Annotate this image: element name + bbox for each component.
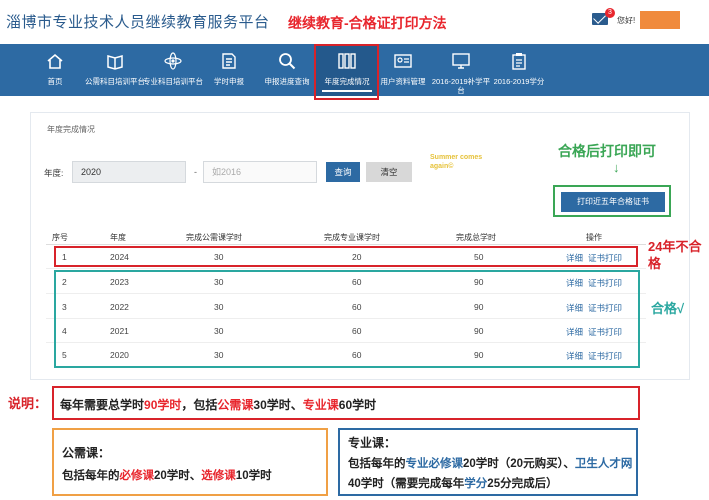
search-icon [279,53,296,70]
print-certificate-button[interactable]: 打印近五年合格证书 [561,192,665,212]
col-header-action: 操作 [586,233,602,242]
health-talent-site: 卫生人才网 [574,458,633,470]
explain-label: 说明： [8,396,48,411]
page: 淄博市专业技术人员继续教育服务平台 继续教育-合格证打印方法 3 您好! 首页 … [0,0,709,500]
required-course: 必修课 [119,470,155,482]
rule-part: ，包括 [181,398,218,412]
text-part: 20学时（20元购买）、 [463,458,575,470]
row-divider [46,268,646,269]
pass-note: 合格√ [651,301,685,316]
nav-label: 公需科目培训平台 [85,77,145,86]
id-card-icon [394,54,412,68]
range-dash: - [194,167,197,177]
book-icon [107,55,123,70]
rule-part: 每年需要总学时 [60,398,145,412]
annotation-frame-pass-rows [54,270,640,368]
col-header-pro: 完成专业课学时 [324,233,380,242]
year-start-input[interactable]: 2020 [72,161,186,183]
year-label: 年度: [44,168,64,178]
rule-public-course: 公需课 [217,398,254,412]
text-part: 包括每年的 [62,470,120,482]
document-icon [222,53,236,69]
rule-part: 60学时 [338,398,377,412]
pro-required-course: 专业必修课 [405,458,464,470]
site-title: 淄博市专业技术人员继续教育服务平台 [6,14,270,31]
rule-part: 30学时、 [253,398,303,412]
rule-pro-course: 专业课 [302,398,339,412]
nav-item-home[interactable]: 首页 [24,44,86,96]
nav-label: 首页 [47,77,63,86]
home-icon [47,53,63,69]
col-header-no: 序号 [52,233,68,242]
clipboard-icon [512,53,526,70]
nav-item-user-profile[interactable]: 用户资料管理 [372,44,434,96]
nav-label: 学时申报 [214,77,244,86]
public-course-head: 公需课： [62,446,111,460]
col-header-year: 年度 [110,233,126,242]
text-part: 25分完成后） [487,478,558,490]
nav-item-makeup-platform[interactable]: 2016-2019补学平台 [430,44,492,96]
text-part: 40学时（需要完成每年 [348,478,465,490]
header: 淄博市专业技术人员继续教育服务平台 继续教育-合格证打印方法 3 您好! [0,0,709,44]
nav-label: 申报进度查询 [264,77,310,86]
atom-icon [164,52,182,70]
rule-total-hours: 90学时 [144,398,182,412]
clear-button[interactable]: 清空 [366,162,412,182]
pro-course-head: 专业课： [348,436,397,450]
nav-item-credits[interactable]: 2016-2019学分 [488,44,550,96]
text-part: 20学时、 [154,470,202,482]
nav-label: 2016-2019学分 [493,77,545,86]
rule-text: 每年需要总学时90学时，包括公需课30学时、专业课60学时 [60,396,376,413]
panel-title: 年度完成情况 [47,125,95,134]
nav-label: 2016-2019补学平台 [431,77,491,95]
print-hint: 合格后打印即可 [558,143,656,159]
credit-label: 学分 [464,478,488,490]
elective-course: 选修课 [201,470,236,482]
nav-item-public-course[interactable]: 公需科目培训平台 [84,44,146,96]
greeting: 您好! [617,16,636,25]
banner-title: 继续教育-合格证打印方法 [288,15,447,31]
text-part: 10学时 [235,470,272,482]
nav-item-pro-course[interactable]: 专业科目培训平台 [142,44,204,96]
user-name-box[interactable] [640,11,680,29]
annotation-frame-nav [314,44,379,100]
annotation-frame-fail-row [54,246,638,267]
query-button[interactable]: 查询 [326,162,360,182]
watermark: Summer comes again© [430,154,483,170]
nav-item-declare[interactable]: 学时申报 [198,44,260,96]
pro-course-text: 包括每年的专业必修课20学时（20元购买）、卫生人才网 40学时（需要完成每年学分… [348,454,636,494]
monitor-icon [452,53,470,69]
nav-item-progress[interactable]: 申报进度查询 [256,44,318,96]
col-header-public: 完成公需课学时 [186,233,242,242]
mail-badge: 3 [605,8,615,18]
text-part: 包括每年的 [348,458,406,470]
col-header-total: 完成总学时 [456,233,496,242]
nav-label: 专业科目培训平台 [143,77,203,86]
year-end-input[interactable]: 如2016 [203,161,317,183]
arrow-down-icon: ↓ [613,160,620,175]
fail-note: 24年不合格 [648,239,702,271]
nav-label: 用户资料管理 [380,77,426,86]
public-course-text: 包括每年的必修课20学时、选修课10学时 [62,466,324,486]
